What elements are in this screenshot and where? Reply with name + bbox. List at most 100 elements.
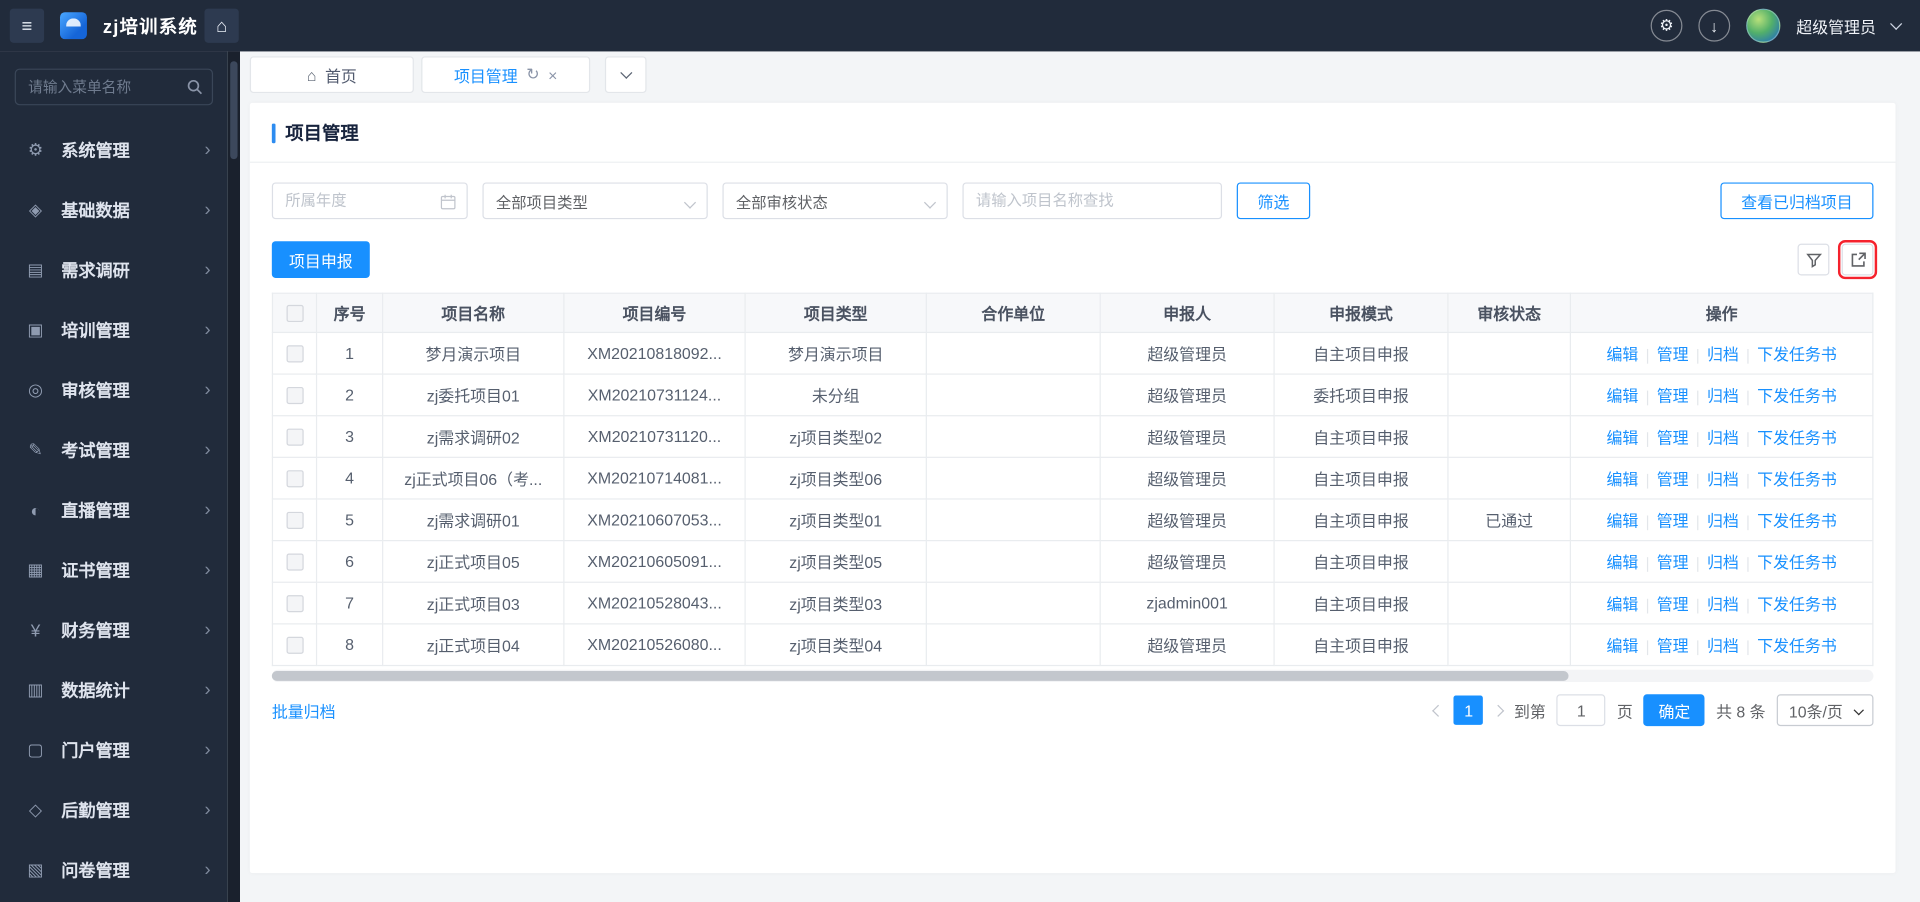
sidebar-item-live[interactable]: ◐ 直播管理 ›	[0, 480, 228, 540]
next-page-icon[interactable]	[1492, 704, 1505, 717]
sidebar-item-audit[interactable]: ◎ 审核管理 ›	[0, 360, 228, 420]
cell-project-type: zj项目类型06	[744, 456, 927, 500]
project-apply-button[interactable]: 项目申报	[271, 241, 370, 278]
tab-home[interactable]: ⌂ 首页	[249, 56, 414, 94]
batch-archive-link[interactable]: 批量归档	[272, 699, 336, 722]
manage-link[interactable]: 管理	[1657, 553, 1689, 571]
issue-task-link[interactable]: 下发任务书	[1757, 387, 1837, 405]
issue-task-link[interactable]: 下发任务书	[1757, 637, 1837, 655]
project-type-select[interactable]: 全部项目类型	[482, 182, 708, 220]
sidebar-item-demand-survey[interactable]: ▤ 需求调研 ›	[0, 240, 228, 300]
audit-status-select[interactable]: 全部审核状态	[722, 182, 948, 220]
sidebar-item-finance[interactable]: ¥ 财务管理 ›	[0, 600, 228, 660]
archive-link[interactable]: 归档	[1707, 595, 1739, 613]
archive-link[interactable]: 归档	[1707, 429, 1739, 447]
user-name[interactable]: 超级管理员	[1796, 14, 1876, 37]
cell-project-code: XM20210818092...	[563, 331, 746, 375]
row-checkbox[interactable]	[285, 595, 304, 613]
home-button[interactable]: ⌂	[204, 8, 239, 43]
chevron-right-icon: ›	[204, 319, 211, 341]
tab-list-dropdown-button[interactable]	[604, 56, 647, 94]
archive-link[interactable]: 归档	[1707, 637, 1739, 655]
row-checkbox[interactable]	[285, 428, 304, 447]
cell-actions: 编辑 管理 归档 下发任务书	[1569, 331, 1874, 375]
sidebar-item-system[interactable]: ⚙ 系统管理 ›	[0, 120, 228, 180]
edit-link[interactable]: 编辑	[1606, 429, 1638, 447]
sidebar-item-certificate[interactable]: ▦ 证书管理 ›	[0, 540, 228, 600]
row-checkbox[interactable]	[285, 512, 304, 530]
column-filter-button[interactable]	[1797, 243, 1830, 276]
archive-link[interactable]: 归档	[1707, 470, 1739, 488]
row-checkbox[interactable]	[285, 637, 304, 655]
sidebar-scrollbar-thumb[interactable]	[230, 61, 238, 160]
archive-link[interactable]: 归档	[1707, 345, 1739, 363]
year-input[interactable]	[273, 183, 467, 218]
edit-link[interactable]: 编辑	[1606, 345, 1638, 363]
archive-link[interactable]: 归档	[1707, 387, 1739, 405]
edit-link[interactable]: 编辑	[1606, 387, 1638, 405]
menu-toggle-button[interactable]: ≡	[9, 8, 45, 43]
page-number-button[interactable]: 1	[1453, 695, 1484, 725]
search-icon[interactable]	[186, 78, 203, 95]
select-all-checkbox[interactable]	[285, 305, 304, 323]
filter-button[interactable]: 筛选	[1236, 182, 1311, 220]
chevron-down-icon[interactable]	[1890, 17, 1903, 30]
manage-link[interactable]: 管理	[1657, 512, 1689, 530]
manage-link[interactable]: 管理	[1657, 595, 1689, 613]
home-icon: ⌂	[306, 65, 317, 84]
row-checkbox[interactable]	[285, 470, 304, 488]
settings-button[interactable]: ⚙	[1650, 9, 1683, 42]
edit-link[interactable]: 编辑	[1606, 470, 1638, 488]
cell-actions: 编辑 管理 归档 下发任务书	[1569, 581, 1874, 625]
row-checkbox[interactable]	[285, 387, 304, 405]
manage-link[interactable]: 管理	[1657, 429, 1689, 447]
cell-status	[1447, 331, 1572, 375]
row-checkbox[interactable]	[285, 345, 304, 363]
audit-icon: ◎	[28, 379, 43, 400]
view-archived-button[interactable]: 查看已归档项目	[1720, 182, 1874, 220]
horizontal-scrollbar-thumb[interactable]	[271, 671, 1570, 681]
export-button[interactable]	[1837, 239, 1878, 280]
menu-search-input[interactable]	[14, 68, 214, 106]
tab-project-management[interactable]: 项目管理 ↻ ×	[421, 56, 591, 94]
edit-link[interactable]: 编辑	[1606, 637, 1638, 655]
sidebar-item-portal[interactable]: ▢ 门户管理 ›	[0, 720, 228, 780]
sidebar-item-basic-data[interactable]: ◈ 基础数据 ›	[0, 180, 228, 240]
sidebar-item-questionnaire[interactable]: ▧ 问卷管理 ›	[0, 840, 228, 900]
refresh-icon[interactable]: ↻	[526, 65, 539, 85]
issue-task-link[interactable]: 下发任务书	[1757, 429, 1837, 447]
issue-task-link[interactable]: 下发任务书	[1757, 345, 1837, 363]
issue-task-link[interactable]: 下发任务书	[1757, 553, 1837, 571]
manage-link[interactable]: 管理	[1657, 470, 1689, 488]
cell-mode: 自主项目申报	[1273, 581, 1449, 625]
select-value: 全部审核状态	[735, 194, 828, 212]
sidebar-item-training[interactable]: ▣ 培训管理 ›	[0, 300, 228, 360]
manage-link[interactable]: 管理	[1657, 345, 1689, 363]
goto-page-input[interactable]	[1556, 694, 1606, 727]
issue-task-link[interactable]: 下发任务书	[1757, 470, 1837, 488]
row-checkbox[interactable]	[285, 553, 304, 571]
sidebar-item-exam[interactable]: ✎ 考试管理 ›	[0, 420, 228, 480]
confirm-button[interactable]: 确定	[1643, 694, 1706, 727]
cell-partner	[925, 456, 1101, 500]
edit-link[interactable]: 编辑	[1606, 512, 1638, 530]
cell-status	[1447, 539, 1572, 583]
sidebar-item-statistics[interactable]: ▥ 数据统计 ›	[0, 660, 228, 720]
edit-link[interactable]: 编辑	[1606, 595, 1638, 613]
page-size-select[interactable]: 10条/页	[1776, 694, 1874, 727]
sidebar-item-logistics[interactable]: ◇ 后勤管理 ›	[0, 780, 228, 840]
pagination: 1 到第 页 确定 共 8 条 10条/页	[1432, 694, 1874, 727]
download-button[interactable]: ↓	[1698, 9, 1731, 42]
archive-link[interactable]: 归档	[1707, 553, 1739, 571]
issue-task-link[interactable]: 下发任务书	[1757, 595, 1837, 613]
manage-link[interactable]: 管理	[1657, 387, 1689, 405]
table-row: 1 梦月演示项目 XM20210818092... 梦月演示项目 超级管理员 自…	[271, 331, 1874, 375]
manage-link[interactable]: 管理	[1657, 637, 1689, 655]
close-icon[interactable]: ×	[548, 66, 557, 84]
prev-page-icon[interactable]	[1432, 704, 1445, 717]
archive-link[interactable]: 归档	[1707, 512, 1739, 530]
project-name-input[interactable]	[963, 183, 1221, 218]
avatar[interactable]	[1746, 8, 1781, 43]
edit-link[interactable]: 编辑	[1606, 553, 1638, 571]
issue-task-link[interactable]: 下发任务书	[1757, 512, 1837, 530]
